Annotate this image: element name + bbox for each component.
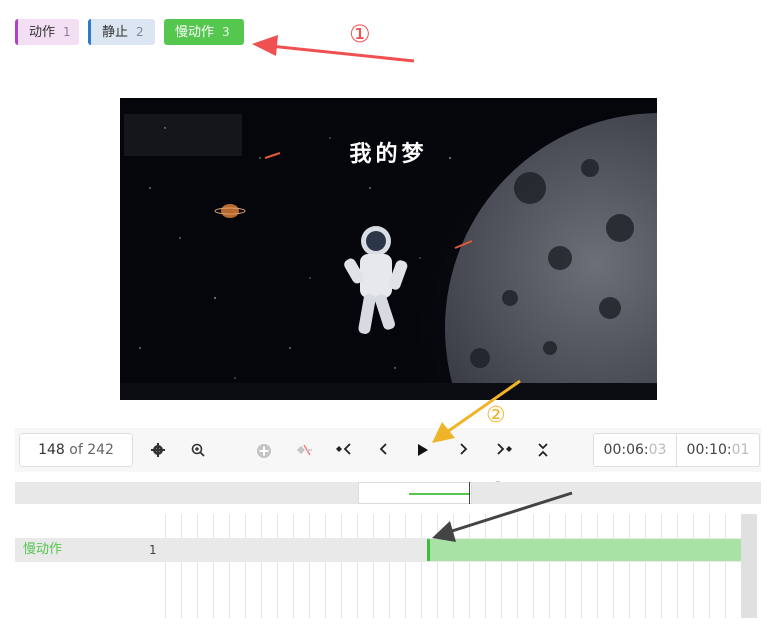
current-time-main: 00:06: xyxy=(603,442,649,458)
previous-keyframe-button[interactable] xyxy=(329,435,359,465)
label-chip-count: 2 xyxy=(136,25,144,39)
label-chip-count: 3 xyxy=(222,25,230,39)
track-segment-slow-motion[interactable] xyxy=(427,539,752,561)
add-keyframe-button[interactable] xyxy=(249,435,279,465)
add-keyframe-icon xyxy=(257,444,271,458)
video-title: 我的梦 xyxy=(349,142,428,167)
next-frame-button[interactable] xyxy=(448,435,478,465)
play-icon xyxy=(418,444,428,456)
previous-frame-button[interactable] xyxy=(369,435,399,465)
previous-frame-icon xyxy=(379,443,387,455)
total-time-main: 00:10: xyxy=(686,442,732,458)
next-keyframe-button[interactable] xyxy=(489,435,519,465)
settings-icon xyxy=(151,443,165,457)
next-keyframe-icon xyxy=(497,443,512,455)
next-frame-icon xyxy=(460,443,468,455)
track-count: 1 xyxy=(149,543,157,557)
remove-keyframe-icon xyxy=(297,444,312,456)
previous-keyframe-icon xyxy=(336,443,351,455)
label-chip-still[interactable]: 静止 2 xyxy=(88,19,155,45)
track-label: 慢动作 xyxy=(23,542,63,557)
zoom-in-icon xyxy=(191,443,205,457)
remove-keyframe-button[interactable] xyxy=(288,435,318,465)
label-chip-action[interactable]: 动作 1 xyxy=(15,19,79,45)
label-chip-name: 慢动作 xyxy=(175,25,215,40)
arrow-1 xyxy=(252,35,415,63)
label-chip-slow-motion[interactable]: 慢动作 3 xyxy=(164,19,244,45)
shuffle-icon xyxy=(538,443,548,457)
playhead-cursor[interactable] xyxy=(469,482,470,504)
total-time-display: 00:10:01 xyxy=(676,433,760,467)
annotation-marker-2: ② xyxy=(486,403,506,428)
frame-current: 148 xyxy=(38,442,65,458)
settings-button[interactable] xyxy=(143,435,173,465)
total-time-frames: 01 xyxy=(731,442,750,458)
label-chip-count: 1 xyxy=(63,25,71,39)
play-button[interactable] xyxy=(408,435,438,465)
scrub-progress xyxy=(409,493,469,495)
frame-total: 242 xyxy=(87,442,114,458)
timeline-grid[interactable] xyxy=(165,514,757,618)
scrub-thumb[interactable] xyxy=(358,482,472,504)
scrub-bar[interactable] xyxy=(15,482,761,504)
label-chip-name: 静止 xyxy=(102,25,129,40)
zoom-button[interactable] xyxy=(183,435,213,465)
current-time-display: 00:06:03 xyxy=(593,433,677,467)
video-frame: 我的梦 xyxy=(120,98,657,400)
timeline-scrollbar[interactable] xyxy=(741,514,757,618)
frame-of-label: of xyxy=(69,442,83,458)
frame-counter[interactable]: 148 of 242 xyxy=(19,433,133,467)
label-chip-name: 动作 xyxy=(29,25,56,40)
shuffle-button[interactable] xyxy=(528,435,558,465)
current-time-frames: 03 xyxy=(648,442,667,458)
player-toolbar: 148 of 242 00:06:03 00:10:01 xyxy=(15,428,761,472)
timeline-gridlines xyxy=(165,514,742,618)
annotation-marker-1: ① xyxy=(349,20,371,48)
